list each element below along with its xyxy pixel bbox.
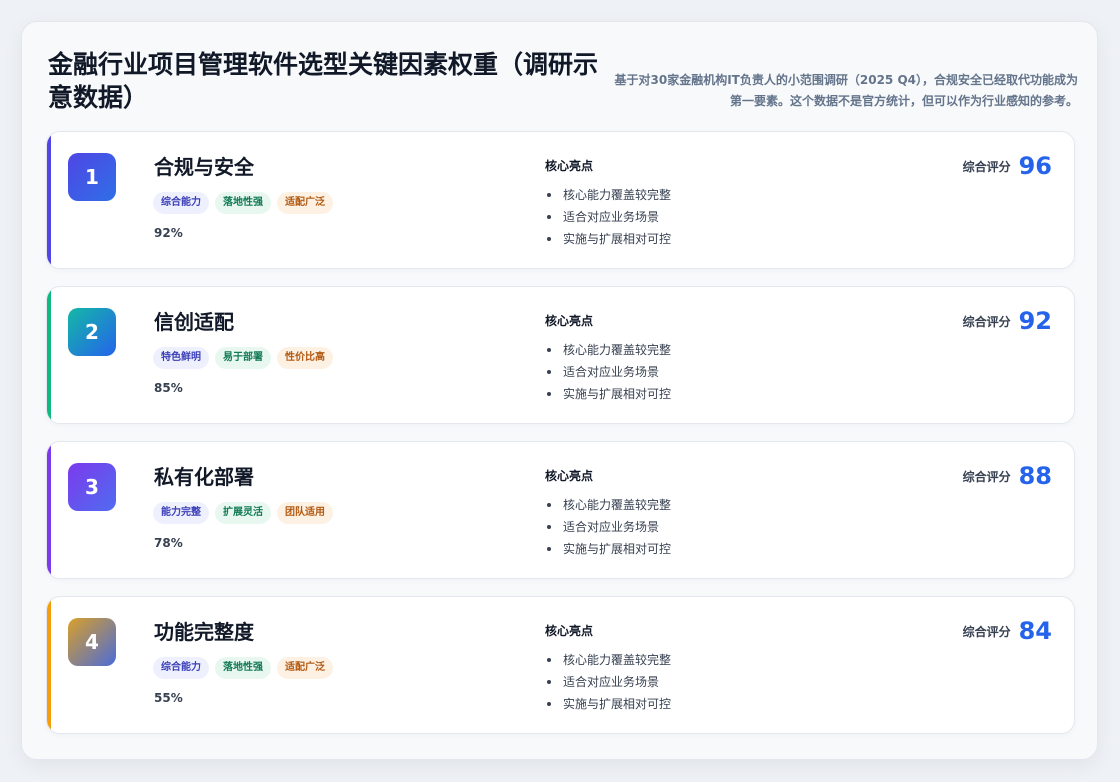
bullet-icon: [547, 658, 551, 662]
rank-badge: 2: [68, 308, 116, 356]
tag-list: 能力完整 扩展灵活 团队适用: [153, 500, 339, 524]
score-block: 综合评分 84: [963, 617, 1052, 653]
list-item: 适合对应业务场景: [545, 361, 671, 383]
score-block: 综合评分 92: [963, 307, 1052, 343]
factor-name: 功能完整度: [154, 620, 254, 644]
card-accent-bar: [47, 287, 51, 423]
bullet-icon: [547, 193, 551, 197]
bullet-icon: [547, 680, 551, 684]
page-subtitle: 基于对30家金融机构IT负责人的小范围调研（2025 Q4），合规安全已经取代功…: [614, 73, 1078, 108]
header: 金融行业项目管理软件选型关键因素权重（调研示意数据） 基于对30家金融机构IT负…: [48, 48, 1078, 134]
highlight-text: 核心能力覆盖较完整: [563, 653, 672, 667]
list-item: 核心能力覆盖较完整: [545, 339, 671, 361]
list-item: 适合对应业务场景: [545, 516, 671, 538]
tag: 团队适用: [277, 502, 333, 524]
card-accent-bar: [47, 597, 51, 733]
score-value: 92: [1018, 307, 1052, 335]
factor-name: 合规与安全: [154, 155, 254, 179]
tag: 适配广泛: [277, 192, 333, 214]
highlights-list: 核心能力覆盖较完整 适合对应业务场景 实施与扩展相对可控: [545, 339, 671, 405]
list-item: 实施与扩展相对可控: [545, 693, 671, 715]
highlights-list: 核心能力覆盖较完整 适合对应业务场景 实施与扩展相对可控: [545, 494, 671, 560]
highlight-text: 核心能力覆盖较完整: [563, 343, 672, 357]
highlights-title: 核心亮点: [545, 314, 594, 328]
tag: 综合能力: [153, 192, 209, 214]
highlight-text: 实施与扩展相对可控: [563, 542, 672, 556]
list-item: 核心能力覆盖较完整: [545, 494, 671, 516]
bullet-icon: [547, 525, 551, 529]
bullet-icon: [547, 370, 551, 374]
score-label: 综合评分: [962, 159, 1011, 174]
highlight-text: 适合对应业务场景: [563, 520, 660, 534]
highlights-title: 核心亮点: [545, 469, 594, 483]
rank-badge: 4: [68, 618, 116, 666]
highlights-list: 核心能力覆盖较完整 适合对应业务场景 实施与扩展相对可控: [545, 649, 671, 715]
highlights-title: 核心亮点: [545, 624, 594, 638]
list-item: 实施与扩展相对可控: [545, 228, 671, 250]
tag: 扩展灵活: [215, 502, 271, 524]
report-panel: 金融行业项目管理软件选型关键因素权重（调研示意数据） 基于对30家金融机构IT负…: [21, 21, 1098, 760]
bullet-icon: [547, 547, 551, 551]
factor-card-4: 4 功能完整度 综合能力 落地性强 适配广泛 55% 核心亮点 核心能力覆盖较完整 …: [46, 596, 1075, 734]
highlights-list: 核心能力覆盖较完整 适合对应业务场景 实施与扩展相对可控: [545, 184, 671, 250]
bullet-icon: [547, 702, 551, 706]
bullet-icon: [547, 503, 551, 507]
tag: 易于部署: [215, 347, 271, 369]
score-value: 84: [1018, 617, 1052, 645]
tag: 落地性强: [215, 192, 271, 214]
factor-name: 信创适配: [154, 310, 234, 334]
tag: 能力完整: [153, 502, 209, 524]
tag: 综合能力: [153, 657, 209, 679]
highlights-title: 核心亮点: [545, 159, 594, 173]
bullet-icon: [547, 237, 551, 241]
bullet-icon: [547, 392, 551, 396]
card-accent-bar: [47, 132, 51, 268]
tag-list: 综合能力 落地性强 适配广泛: [153, 190, 339, 214]
tag-list: 特色鲜明 易于部署 性价比高: [153, 345, 339, 369]
factor-name: 私有化部署: [154, 465, 254, 489]
factor-card-1: 1 合规与安全 综合能力 落地性强 适配广泛 92% 核心亮点 核心能力覆盖较完整 …: [46, 131, 1075, 269]
score-block: 综合评分 96: [963, 152, 1052, 188]
list-item: 实施与扩展相对可控: [545, 383, 671, 405]
card-accent-bar: [47, 442, 51, 578]
highlight-text: 实施与扩展相对可控: [563, 387, 672, 401]
list-item: 适合对应业务场景: [545, 671, 671, 693]
score-value: 88: [1018, 462, 1052, 490]
highlight-text: 核心能力覆盖较完整: [563, 498, 672, 512]
rank-badge: 1: [68, 153, 116, 201]
factor-card-2: 2 信创适配 特色鲜明 易于部署 性价比高 85% 核心亮点 核心能力覆盖较完整 适…: [46, 286, 1075, 424]
highlight-text: 实施与扩展相对可控: [563, 232, 672, 246]
score-label: 综合评分: [962, 314, 1011, 329]
score-label: 综合评分: [962, 624, 1011, 639]
bullet-icon: [547, 215, 551, 219]
score-label: 综合评分: [962, 469, 1011, 484]
score-value: 96: [1018, 152, 1052, 180]
list-item: 实施与扩展相对可控: [545, 538, 671, 560]
tag: 适配广泛: [277, 657, 333, 679]
tag: 性价比高: [277, 347, 333, 369]
weight-percent: 78%: [154, 536, 183, 550]
tag: 特色鲜明: [153, 347, 209, 369]
highlight-text: 适合对应业务场景: [563, 365, 660, 379]
highlight-text: 适合对应业务场景: [563, 210, 660, 224]
rank-badge: 3: [68, 463, 116, 511]
tag: 落地性强: [215, 657, 271, 679]
list-item: 适合对应业务场景: [545, 206, 671, 228]
factor-card-3: 3 私有化部署 能力完整 扩展灵活 团队适用 78% 核心亮点 核心能力覆盖较完整 …: [46, 441, 1075, 579]
list-item: 核心能力覆盖较完整: [545, 184, 671, 206]
highlight-text: 核心能力覆盖较完整: [563, 188, 672, 202]
page-title: 金融行业项目管理软件选型关键因素权重（调研示意数据）: [48, 50, 599, 112]
list-item: 核心能力覆盖较完整: [545, 649, 671, 671]
tag-list: 综合能力 落地性强 适配广泛: [153, 655, 339, 679]
bullet-icon: [547, 348, 551, 352]
weight-percent: 85%: [154, 381, 183, 395]
weight-percent: 92%: [154, 226, 183, 240]
highlight-text: 实施与扩展相对可控: [563, 697, 672, 711]
highlight-text: 适合对应业务场景: [563, 675, 660, 689]
score-block: 综合评分 88: [963, 462, 1052, 498]
weight-percent: 55%: [154, 691, 183, 705]
